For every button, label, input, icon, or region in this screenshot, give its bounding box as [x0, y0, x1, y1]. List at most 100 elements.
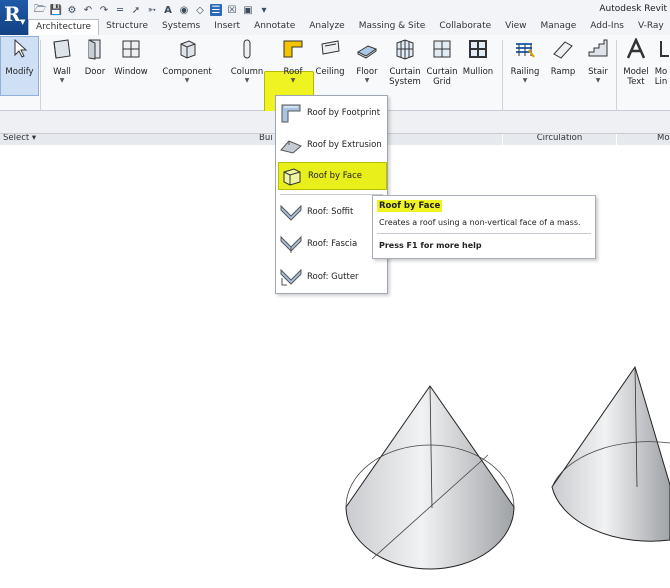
menu-item-label: Roof by Extrusion [307, 140, 382, 150]
sync-icon[interactable]: ⚙ [66, 4, 78, 16]
door-button[interactable]: Door [81, 37, 109, 97]
window-button[interactable]: Window [112, 37, 150, 97]
roof-extrusion-icon [278, 134, 304, 156]
floor-button[interactable]: Floor ▼ [352, 37, 382, 97]
component-label: Component [162, 67, 212, 77]
switch-windows-icon[interactable]: ▣ [242, 4, 254, 16]
roof-face-icon [279, 165, 305, 187]
stair-icon [585, 37, 611, 61]
component-button[interactable]: Component ▼ [158, 37, 216, 97]
close-hidden-icon[interactable]: ☒ [226, 4, 238, 16]
mullion-button[interactable]: Mullion [460, 37, 496, 97]
tab-massing-site[interactable]: Massing & Site [352, 19, 433, 35]
undo-icon[interactable]: ↶ [82, 4, 94, 16]
tab-annotate[interactable]: Annotate [247, 19, 302, 35]
window-label: Window [114, 67, 148, 77]
railing-button[interactable]: Railing ▼ [508, 37, 542, 97]
save-icon[interactable]: 💾 [50, 4, 62, 16]
chevron-down-icon: ▼ [290, 77, 296, 84]
chevron-down-icon: ▼ [522, 77, 528, 84]
tab-view[interactable]: View [498, 19, 533, 35]
open-icon[interactable]: 🗁 [34, 4, 46, 16]
roof-footprint-icon [278, 102, 304, 124]
window-icon [118, 37, 144, 61]
curtain-grid-icon [429, 37, 455, 61]
3d-view-icon[interactable]: ◉ [178, 4, 190, 16]
tab-collaborate[interactable]: Collaborate [432, 19, 498, 35]
model-line-label: Mo Lin [654, 67, 668, 87]
roof-gutter-icon [278, 266, 304, 288]
curtain-system-label: Curtain System [389, 67, 421, 87]
qat-icons: 🗁 💾 ⚙ ↶ ↷ ═ ➚ ➳ A ◉ ◇ ☰ ☒ ▣ ▾ [34, 3, 270, 17]
chevron-down-icon: ▼ [595, 77, 601, 84]
menu-item-roof-gutter[interactable]: Roof: Gutter [278, 264, 385, 290]
roof-fascia-icon [278, 233, 304, 255]
customize-qat-icon[interactable]: ▾ [258, 4, 270, 16]
mullion-label: Mullion [462, 67, 494, 77]
menu-item-roof-by-extrusion[interactable]: Roof by Extrusion [278, 132, 385, 158]
tag-icon[interactable]: ➳ [146, 4, 158, 16]
menu-separator [280, 194, 383, 195]
chevron-down-icon: ▼ [184, 77, 190, 84]
roof-button[interactable]: Roof ▼ [276, 37, 310, 97]
chevron-down-icon: ▼ [20, 17, 26, 26]
tab-systems[interactable]: Systems [155, 19, 207, 35]
wall-button[interactable]: Wall ▼ [47, 37, 77, 97]
model-line-button[interactable]: Mo Lin [654, 37, 670, 97]
roof-icon [280, 37, 306, 61]
ramp-icon [550, 37, 576, 61]
ribbon-tabs: Architecture Structure Systems Insert An… [28, 19, 670, 36]
tab-architecture[interactable]: Architecture [28, 19, 100, 36]
menu-item-roof-by-footprint[interactable]: Roof by Footprint [278, 100, 385, 126]
menu-item-label: Roof: Soffit [307, 207, 354, 217]
quick-access-toolbar: 🗁 💾 ⚙ ↶ ↷ ═ ➚ ➳ A ◉ ◇ ☰ ☒ ▣ ▾ Autodesk R… [0, 0, 670, 20]
mullion-icon [465, 37, 491, 61]
dimension-icon[interactable]: ➚ [130, 4, 142, 16]
ceiling-button[interactable]: Ceiling [313, 37, 347, 97]
ceiling-label: Ceiling [315, 67, 345, 77]
stair-label: Stair [588, 67, 608, 77]
tab-v-ray[interactable]: V-Ray [631, 19, 670, 35]
measure-icon[interactable]: ═ [114, 4, 126, 16]
window-title: Autodesk Revit [599, 4, 667, 14]
model-text-button[interactable]: Model Text [620, 37, 652, 97]
tab-insert[interactable]: Insert [207, 19, 247, 35]
cursor-arrow-icon [7, 37, 33, 61]
tooltip: Roof by Face Creates a roof using a non-… [372, 195, 596, 259]
curtain-grid-button[interactable]: Curtain Grid [425, 37, 459, 97]
cone-left[interactable] [345, 385, 515, 570]
tab-add-ins[interactable]: Add-Ins [583, 19, 631, 35]
door-label: Door [84, 67, 106, 77]
menu-item-label: Roof: Fascia [307, 239, 358, 249]
tab-manage[interactable]: Manage [534, 19, 584, 35]
curtain-grid-label: Curtain Grid [426, 67, 458, 87]
ramp-button[interactable]: Ramp [548, 37, 578, 97]
tab-analyze[interactable]: Analyze [302, 19, 351, 35]
menu-item-roof-soffit[interactable]: Roof: Soffit [278, 199, 385, 225]
stair-button[interactable]: Stair ▼ [584, 37, 612, 97]
panel-build-label: Bui [259, 133, 273, 143]
chevron-down-icon: ▼ [364, 77, 370, 84]
curtain-system-button[interactable]: Curtain System [387, 37, 423, 97]
ramp-label: Ramp [550, 67, 576, 77]
thin-lines-icon[interactable]: ☰ [210, 4, 222, 16]
section-icon[interactable]: ◇ [194, 4, 206, 16]
3d-view-canvas[interactable] [330, 365, 670, 588]
text-icon[interactable]: A [162, 4, 174, 16]
column-icon [234, 37, 260, 61]
column-button[interactable]: Column ▼ [227, 37, 267, 97]
door-icon [82, 37, 108, 61]
model-text-label: Model Text [623, 67, 649, 87]
modify-button[interactable]: Modify [0, 36, 39, 96]
cone-right[interactable] [551, 365, 670, 542]
application-menu-button[interactable]: R ▼ [0, 0, 28, 38]
tooltip-description: Creates a roof using a non-vertical face… [379, 218, 581, 227]
tooltip-help: Press F1 for more help [379, 241, 482, 250]
menu-item-roof-by-face[interactable]: Roof by Face [278, 162, 387, 190]
tab-structure[interactable]: Structure [99, 19, 155, 35]
menu-item-roof-fascia[interactable]: Roof: Fascia [278, 231, 385, 257]
chevron-down-icon: ▼ [244, 77, 250, 84]
floor-label: Floor [356, 67, 378, 77]
redo-icon[interactable]: ↷ [98, 4, 110, 16]
ceiling-icon [317, 37, 343, 61]
